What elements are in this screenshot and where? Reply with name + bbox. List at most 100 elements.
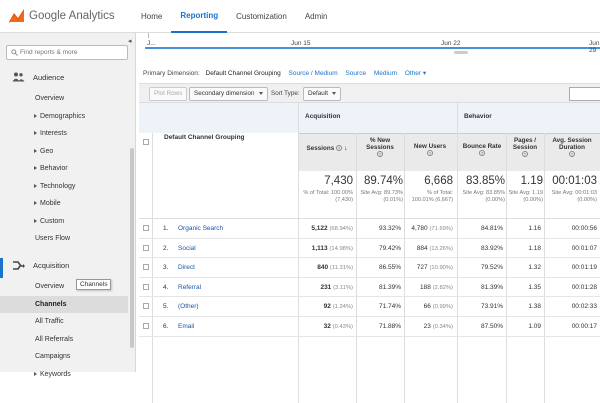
dimension-other[interactable]: Other ▾ bbox=[405, 70, 426, 77]
total-new-sessions-sub: Site Avg: 89.73% (0.01%) bbox=[360, 190, 403, 203]
audience-icon bbox=[12, 72, 25, 82]
sessions-column-header[interactable]: Sessions ? ↓ bbox=[299, 145, 355, 152]
row-checkbox[interactable] bbox=[143, 225, 149, 231]
bounce-rate-column-header[interactable]: Bounce Rate? bbox=[459, 143, 505, 157]
acquisition-header[interactable]: Acquisition bbox=[0, 255, 128, 275]
new-users-column-header[interactable]: New Users? bbox=[405, 143, 455, 157]
sidebar-item-all-referrals[interactable]: All Referrals bbox=[0, 331, 128, 349]
sidebar-item-label: Geo bbox=[40, 147, 54, 155]
sidebar-item-custom[interactable]: Custom bbox=[0, 213, 128, 231]
total-new-users: 6,668 bbox=[424, 175, 453, 187]
help-icon[interactable]: ? bbox=[377, 151, 383, 157]
google-analytics-logo[interactable]: Google Analytics bbox=[8, 7, 115, 24]
channel-link[interactable]: Referral bbox=[178, 284, 201, 291]
sessions-value: 231 bbox=[320, 283, 332, 291]
channel-link[interactable]: Direct bbox=[178, 264, 195, 271]
table-search-input[interactable] bbox=[569, 87, 600, 101]
channel-link[interactable]: Organic Search bbox=[178, 225, 223, 232]
sidebar-item-all-traffic[interactable]: All Traffic bbox=[0, 313, 128, 331]
search-icon bbox=[11, 49, 18, 56]
sidebar-item-label: Technology bbox=[40, 182, 76, 190]
sessions-percent: (14.98%) bbox=[329, 245, 353, 252]
new-sessions-cell: 79.42% bbox=[378, 244, 401, 252]
sidebar-item-users-flow[interactable]: Users Flow bbox=[0, 230, 128, 248]
row-checkbox[interactable] bbox=[143, 303, 149, 310]
secondary-dimension-dropdown[interactable]: Secondary dimension bbox=[189, 87, 268, 101]
sidebar: ◂ Audience Overview Demographics Interes… bbox=[0, 33, 136, 378]
timeline-drag-handle[interactable] bbox=[454, 51, 468, 54]
help-icon[interactable]: ? bbox=[569, 151, 575, 157]
sort-type-dropdown[interactable]: Default bbox=[303, 87, 341, 101]
timeline-label: Jun 22 bbox=[441, 40, 461, 47]
total-bounce-rate: 83.85% bbox=[465, 175, 505, 187]
nav-home[interactable]: Home bbox=[132, 0, 171, 33]
acquisition-label: Acquisition bbox=[33, 260, 70, 270]
sessions-cell: 92 (1.24%) bbox=[299, 303, 353, 310]
row-checkbox[interactable] bbox=[143, 283, 149, 290]
nav-reporting[interactable]: Reporting bbox=[171, 0, 228, 33]
sidebar-item-technology[interactable]: Technology bbox=[0, 178, 128, 196]
sidebar-item-demographics[interactable]: Demographics bbox=[0, 108, 128, 126]
row-checkbox[interactable] bbox=[143, 323, 149, 329]
sidebar-item-interests[interactable]: Interests bbox=[0, 125, 128, 143]
help-icon[interactable]: ? bbox=[522, 151, 528, 157]
sessions-percent: (3.11%) bbox=[333, 284, 353, 291]
sidebar-item-behavior[interactable]: Behavior bbox=[0, 160, 128, 178]
select-all-checkbox[interactable] bbox=[143, 139, 149, 145]
avg-duration-column-header[interactable]: Avg. Session Duration? bbox=[545, 137, 599, 158]
dimension-source[interactable]: Source bbox=[345, 70, 366, 77]
audience-header[interactable]: Audience bbox=[0, 67, 128, 87]
report-search-input[interactable] bbox=[20, 47, 124, 58]
channel-link[interactable]: (Other) bbox=[178, 303, 199, 310]
avg-duration-cell: 00:01:07 bbox=[571, 244, 597, 252]
sidebar-item-overview[interactable]: Overview bbox=[0, 90, 128, 108]
collapse-sidebar-icon[interactable]: ◂ bbox=[128, 37, 132, 45]
nav-customization[interactable]: Customization bbox=[227, 0, 296, 33]
dimension-source-medium[interactable]: Source / Medium bbox=[289, 70, 338, 77]
channel-link[interactable]: Email bbox=[178, 323, 194, 330]
sidebar-item-label: Campaigns bbox=[35, 353, 71, 360]
table-row: 2. Social 1,113 (14.98%) 79.42% 884 (13.26%)… bbox=[139, 239, 600, 259]
avg-duration-cell: 00:01:28 bbox=[571, 283, 597, 291]
sidebar-item-mobile[interactable]: Mobile bbox=[0, 195, 128, 213]
total-new-users-sub: % of Total: 100.01% (6,667) bbox=[411, 190, 453, 203]
audience-label: Audience bbox=[33, 72, 65, 82]
avg-duration-cell: 00:00:56 bbox=[571, 225, 597, 232]
total-pages-session: 1.19 bbox=[520, 175, 543, 187]
sidebar-item-label: Demographics bbox=[40, 112, 86, 120]
total-avg-duration: 00:01:03 bbox=[552, 175, 597, 187]
logo-text: Google Analytics bbox=[29, 9, 115, 22]
sidebar-item-channels[interactable]: Channels bbox=[0, 295, 128, 313]
sessions-value: 32 bbox=[323, 323, 331, 330]
dimension-column-header[interactable]: Default Channel Grouping bbox=[164, 134, 245, 141]
analytics-logo-icon bbox=[9, 9, 24, 24]
sessions-value: 92 bbox=[323, 303, 331, 311]
row-index: 4. bbox=[163, 283, 169, 291]
new-users-header-label: New Users bbox=[413, 143, 447, 150]
help-icon[interactable]: ? bbox=[335, 145, 342, 151]
new-users-percent: (0.34%) bbox=[432, 324, 453, 330]
table-toolbar: Plot Rows Secondary dimension Sort Type:… bbox=[139, 83, 600, 103]
help-icon[interactable]: ? bbox=[479, 150, 485, 156]
new-sessions-column-header[interactable]: % New Sessions? bbox=[357, 137, 403, 158]
dimension-header-cell bbox=[139, 103, 298, 133]
report-search-box[interactable] bbox=[6, 45, 128, 60]
row-checkbox[interactable] bbox=[143, 264, 149, 271]
help-icon[interactable]: ? bbox=[427, 150, 433, 156]
sidebar-item-label: Channels bbox=[35, 300, 67, 308]
sort-descending-icon[interactable]: ↓ bbox=[344, 145, 348, 152]
plot-rows-button[interactable]: Plot Rows bbox=[149, 87, 188, 101]
pages-session-cell: 1.32 bbox=[528, 264, 541, 272]
channel-link[interactable]: Social bbox=[178, 245, 196, 252]
sidebar-item-geo[interactable]: Geo bbox=[0, 143, 128, 161]
sidebar-scrollbar[interactable] bbox=[130, 148, 134, 348]
dimension-medium[interactable]: Medium bbox=[374, 70, 397, 77]
row-checkbox[interactable] bbox=[143, 244, 149, 251]
nav-admin[interactable]: Admin bbox=[296, 0, 337, 33]
sidebar-item-keywords[interactable]: Keywords bbox=[0, 366, 128, 384]
expand-arrow-icon bbox=[34, 183, 37, 188]
sidebar-item-campaigns[interactable]: Campaigns bbox=[0, 348, 128, 366]
timeline-tick bbox=[148, 33, 149, 38]
new-users-percent: (71.69%) bbox=[429, 226, 453, 232]
pages-session-column-header[interactable]: Pages / Session? bbox=[507, 137, 543, 158]
